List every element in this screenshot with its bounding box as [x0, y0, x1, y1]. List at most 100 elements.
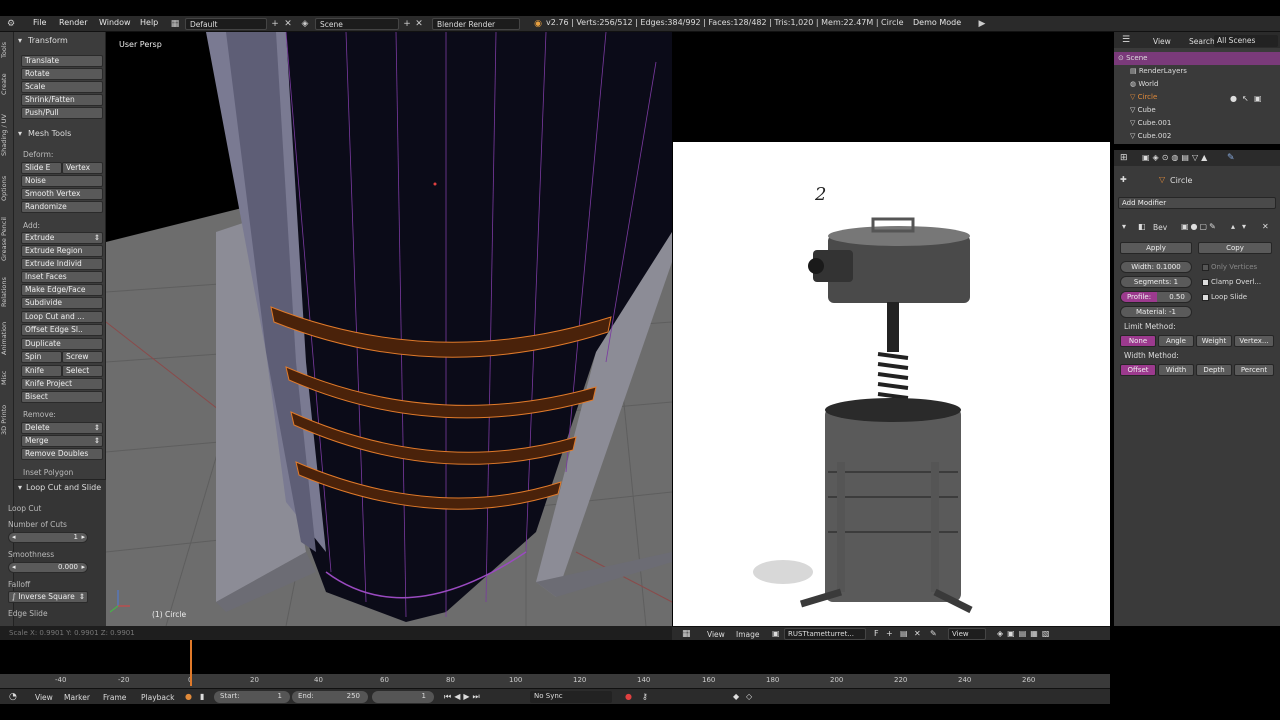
new-image-icon[interactable]: + — [886, 629, 893, 638]
extrude-region-button[interactable]: Extrude Region — [21, 245, 103, 257]
increment-icon[interactable]: ▸ — [81, 563, 85, 571]
image-view-menu[interactable]: View — [707, 630, 725, 639]
mesh-tools-title[interactable]: Mesh Tools — [28, 129, 71, 138]
add-layout-icon[interactable]: + — [270, 19, 280, 29]
width-percent-button[interactable]: Percent — [1234, 364, 1274, 376]
editor-type-icon[interactable]: ⚙ — [6, 19, 16, 29]
subdivide-button[interactable]: Subdivide — [21, 297, 103, 309]
record-icon[interactable]: ● — [625, 692, 632, 701]
outliner-row-renderlayers[interactable]: ▤ RenderLayers — [1114, 65, 1280, 78]
rotate-button[interactable]: Rotate — [21, 68, 103, 80]
tab-grease-pencil[interactable]: Grease Pencil — [0, 210, 14, 268]
bevel-profile-field[interactable]: Profile: 0.50 — [1120, 291, 1192, 303]
menu-render[interactable]: Render — [59, 18, 87, 27]
limit-weight-button[interactable]: Weight — [1196, 335, 1232, 347]
menu-help[interactable]: Help — [140, 18, 158, 27]
bevel-width-field[interactable]: Width: 0.1000 — [1120, 261, 1192, 273]
smoothness-field[interactable]: ◂ 0.000 ▸ — [8, 562, 88, 573]
loop-slide-checkbox[interactable]: Loop Slide — [1202, 293, 1247, 301]
bevel-material-field[interactable]: Material: -1 — [1120, 306, 1192, 318]
clamp-overlap-checkbox[interactable]: Clamp Overl... — [1202, 278, 1261, 286]
offset-edge-slide-button[interactable]: Offset Edge Sl.. — [21, 324, 103, 336]
properties-editor[interactable]: ⊞ ▣◈⊙◍▤▽▲ ✎ ✚ ▽ Circle Add Modifier ▾ ◧ … — [1114, 150, 1280, 626]
operator-panel-title[interactable]: Loop Cut and Slide — [26, 483, 101, 492]
slide-edge-button[interactable]: Slide E — [21, 162, 62, 174]
decrement-icon[interactable]: ◂ — [12, 533, 16, 541]
tab-relations[interactable]: Relations — [0, 272, 14, 312]
mesh-tools-arrow[interactable]: ▾ — [18, 129, 22, 138]
increment-icon[interactable]: ▸ — [81, 533, 85, 541]
modifier-name-field[interactable]: Bev — [1153, 223, 1167, 232]
spin-button[interactable]: Spin — [21, 351, 62, 363]
keying-set-icon[interactable]: ⚷ — [642, 692, 648, 701]
remove-doubles-button[interactable]: Remove Doubles — [21, 448, 103, 460]
timeline-marker-menu[interactable]: Marker — [64, 693, 90, 702]
render-engine-select[interactable]: Blender Render — [432, 18, 520, 30]
translate-button[interactable]: Translate — [21, 55, 103, 67]
modifier-display-icons[interactable]: ▣●▢✎ — [1181, 222, 1218, 231]
tab-animation[interactable]: Animation — [0, 316, 14, 360]
modifier-wrench-icon[interactable]: ✎ — [1227, 153, 1235, 163]
smooth-vertex-button[interactable]: Smooth Vertex — [21, 188, 103, 200]
image-fake-user-icon[interactable]: F — [874, 629, 879, 638]
timeline[interactable]: -40 -20 0 20 40 60 80 100 120 140 160 18… — [0, 640, 1110, 688]
sync-mode-select[interactable]: No Sync — [530, 691, 612, 703]
outliner-search-menu[interactable]: Search — [1189, 37, 1215, 46]
timeline-editor-icon[interactable]: ◔ — [9, 692, 17, 702]
push-pull-button[interactable]: Push/Pull — [21, 107, 103, 119]
play-icon[interactable]: ▶ — [977, 19, 987, 29]
width-width-button[interactable]: Width — [1158, 364, 1194, 376]
shrink-fatten-button[interactable]: Shrink/Fatten — [21, 94, 103, 106]
image-name-field[interactable]: RUSTtametturret... — [784, 628, 866, 640]
slide-vertex-button[interactable]: Vertex — [62, 162, 103, 174]
tab-create[interactable]: Create — [0, 68, 14, 100]
outliner-view-menu[interactable]: View — [1153, 37, 1171, 46]
end-frame-field[interactable]: End: 250 — [292, 691, 368, 703]
image-view-select[interactable]: View — [948, 628, 986, 640]
current-frame-indicator[interactable] — [190, 640, 192, 686]
add-scene-icon[interactable]: + — [402, 19, 412, 29]
add-modifier-select[interactable]: Add Modifier — [1118, 197, 1276, 209]
outliner[interactable]: ☰ View Search All Scenes ⊙ Scene ▤ Rende… — [1114, 32, 1280, 144]
current-frame-field[interactable]: 1 — [372, 691, 434, 703]
apply-button[interactable]: Apply — [1120, 242, 1192, 254]
outliner-row-cube001[interactable]: ▽ Cube.001 — [1114, 117, 1280, 130]
insert-keyframe-icon[interactable]: ◆ — [733, 692, 739, 701]
playback-controls-icons[interactable]: ⏮◀▶⏭ — [444, 692, 483, 702]
scale-button[interactable]: Scale — [21, 81, 103, 93]
bevel-segments-field[interactable]: Segments: 1 — [1120, 276, 1192, 288]
falloff-select[interactable]: ∫ Inverse Square ⇕ — [8, 591, 88, 603]
image-overlay-icons[interactable]: ◈▣▤▦▧ — [997, 629, 1053, 638]
remove-modifier-icon[interactable]: ✕ — [1262, 222, 1269, 231]
timeline-track[interactable] — [0, 640, 1110, 674]
image-browse-icon[interactable]: ▣ — [772, 629, 780, 638]
move-up-icon[interactable]: ▴ — [1231, 222, 1235, 231]
menu-file[interactable]: File — [33, 18, 46, 27]
transform-panel-title[interactable]: Transform — [28, 36, 68, 45]
inset-polygon-label[interactable]: Inset Polygon — [23, 468, 73, 477]
auto-keying-icon[interactable]: ● — [185, 692, 192, 701]
properties-tabs-icons[interactable]: ▣◈⊙◍▤▽▲ — [1142, 153, 1210, 162]
timeline-playback-menu[interactable]: Playback — [141, 693, 174, 702]
inset-faces-button[interactable]: Inset Faces — [21, 271, 103, 283]
3d-viewport[interactable]: User Persp (1) Circle — [106, 32, 672, 626]
limit-angle-button[interactable]: Angle — [1158, 335, 1194, 347]
outliner-scenes-select[interactable]: All Scenes — [1214, 35, 1278, 47]
noise-button[interactable]: Noise — [21, 175, 103, 187]
menu-window[interactable]: Window — [99, 18, 131, 27]
extrude-individual-button[interactable]: Extrude Individ — [21, 258, 103, 270]
outliner-row-cube002[interactable]: ▽ Cube.002 — [1114, 130, 1280, 143]
transform-panel-arrow[interactable]: ▾ — [18, 36, 22, 45]
knife-project-button[interactable]: Knife Project — [21, 378, 103, 390]
limit-none-button[interactable]: None — [1120, 335, 1156, 347]
pin-image-icon[interactable]: ✎ — [930, 629, 937, 638]
tab-tools[interactable]: Tools — [0, 36, 14, 64]
render-camera-icon[interactable]: ▣ — [1254, 94, 1262, 103]
timeline-view-menu[interactable]: View — [35, 693, 53, 702]
start-frame-field[interactable]: Start: 1 — [214, 691, 290, 703]
tab-shading-uv[interactable]: Shading / UV — [0, 104, 14, 166]
operator-panel-arrow[interactable]: ▾ — [18, 483, 22, 492]
outliner-row-scene[interactable]: ⊙ Scene — [1114, 52, 1280, 65]
unlink-image-icon[interactable]: ✕ — [914, 629, 921, 638]
selectable-cursor-icon[interactable]: ↖ — [1242, 94, 1249, 103]
